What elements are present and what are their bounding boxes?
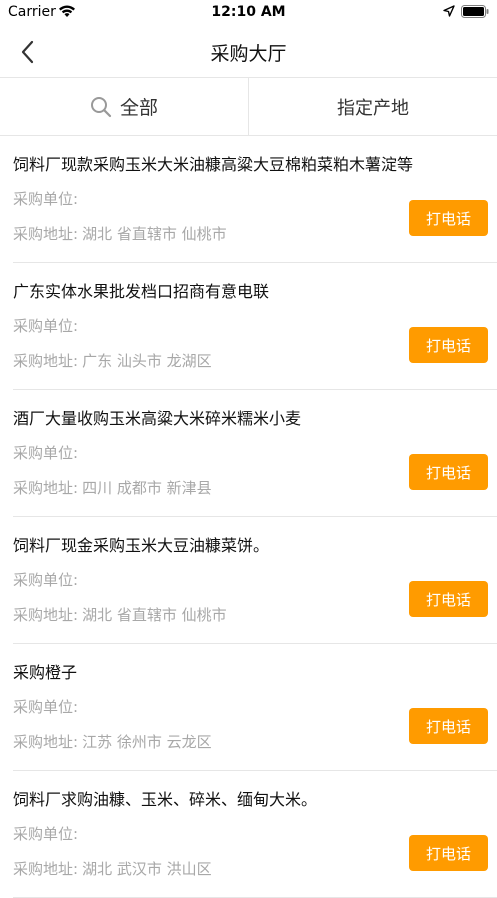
item-title: 采购橙子 xyxy=(13,663,78,682)
list-item[interactable]: 饲料厂求购油糠、玉米、碎米、缅甸大米。 采购单位: 采购地址: 湖北 武汉市 洪山… xyxy=(13,771,497,898)
call-button[interactable]: 打电话 xyxy=(409,454,488,490)
filter-all-button[interactable]: 全部 xyxy=(0,78,249,135)
item-unit-label: 采购单位: xyxy=(13,825,79,843)
list-item[interactable]: 广东实体水果批发档口招商有意电联 采购单位: 采购地址: 广东 汕头市 龙湖区 打… xyxy=(13,263,497,390)
call-button[interactable]: 打电话 xyxy=(409,581,488,617)
item-address-value: 广东 汕头市 龙湖区 xyxy=(82,352,212,370)
list-item[interactable]: 饲料厂现款采购玉米大米油糠高粱大豆棉粕菜粕木薯淀等 采购单位: 采购地址: 湖北 … xyxy=(13,136,497,263)
item-title: 饲料厂现金采购玉米大豆油糠菜饼。 xyxy=(13,536,270,555)
battery-icon xyxy=(461,5,489,22)
clock: 12:10 AM xyxy=(211,4,286,20)
item-address-value: 湖北 省直辖市 仙桃市 xyxy=(82,225,227,243)
item-address-value: 四川 成都市 新津县 xyxy=(82,479,212,497)
filter-all-label: 全部 xyxy=(119,97,158,119)
item-title: 饲料厂现款采购玉米大米油糠高粱大豆棉粕菜粕木薯淀等 xyxy=(13,155,414,174)
item-unit-label: 采购单位: xyxy=(13,571,79,589)
item-unit-label: 采购单位: xyxy=(13,444,79,462)
item-address: 采购地址: 湖北 武汉市 洪山区 xyxy=(13,858,212,879)
item-unit-label: 采购单位: xyxy=(13,317,79,335)
item-address-value: 湖北 省直辖市 仙桃市 xyxy=(82,606,227,624)
item-unit-label: 采购单位: xyxy=(13,698,79,716)
item-unit-label: 采购单位: xyxy=(13,190,79,208)
item-address: 采购地址: 广东 汕头市 龙湖区 xyxy=(13,350,212,371)
item-address-label: 采购地址: xyxy=(13,479,79,497)
item-address-label: 采购地址: xyxy=(13,352,79,370)
filter-bar: 全部 指定产地 xyxy=(0,78,497,136)
call-button[interactable]: 打电话 xyxy=(409,835,488,871)
search-icon xyxy=(90,96,112,118)
item-address: 采购地址: 江苏 徐州市 云龙区 xyxy=(13,731,212,752)
call-button[interactable]: 打电话 xyxy=(409,708,488,744)
navigation-bar: 采购大厅 xyxy=(0,26,497,78)
list-item[interactable]: 酒厂大量收购玉米高粱大米碎米糯米小麦 采购单位: 采购地址: 四川 成都市 新津县… xyxy=(13,390,497,517)
item-address-label: 采购地址: xyxy=(13,860,79,878)
list-item[interactable]: 饲料厂现金采购玉米大豆油糠菜饼。 采购单位: 采购地址: 湖北 省直辖市 仙桃市 … xyxy=(13,517,497,644)
item-address: 采购地址: 四川 成都市 新津县 xyxy=(13,477,212,498)
purchase-list: 饲料厂现款采购玉米大米油糠高粱大豆棉粕菜粕木薯淀等 采购单位: 采购地址: 湖北 … xyxy=(0,136,497,898)
call-button[interactable]: 打电话 xyxy=(409,327,488,363)
filter-origin-button[interactable]: 指定产地 xyxy=(249,78,497,135)
item-address-value: 江苏 徐州市 云龙区 xyxy=(82,733,212,751)
call-button[interactable]: 打电话 xyxy=(409,200,488,236)
item-address: 采购地址: 湖北 省直辖市 仙桃市 xyxy=(13,223,227,244)
item-title: 酒厂大量收购玉米高粱大米碎米糯米小麦 xyxy=(13,409,302,428)
item-address-label: 采购地址: xyxy=(13,225,79,243)
item-address-label: 采购地址: xyxy=(13,606,79,624)
item-title: 广东实体水果批发档口招商有意电联 xyxy=(13,282,270,301)
item-title: 饲料厂求购油糠、玉米、碎米、缅甸大米。 xyxy=(13,790,318,809)
item-address-label: 采购地址: xyxy=(13,733,79,751)
location-icon xyxy=(443,5,455,21)
filter-origin-label: 指定产地 xyxy=(337,97,409,119)
list-item[interactable]: 采购橙子 采购单位: 采购地址: 江苏 徐州市 云龙区 打电话 xyxy=(13,644,497,771)
item-address: 采购地址: 湖北 省直辖市 仙桃市 xyxy=(13,604,227,625)
status-bar: Carrier 12:10 AM xyxy=(0,0,497,26)
page-title: 采购大厅 xyxy=(210,43,287,65)
item-address-value: 湖北 武汉市 洪山区 xyxy=(82,860,212,878)
